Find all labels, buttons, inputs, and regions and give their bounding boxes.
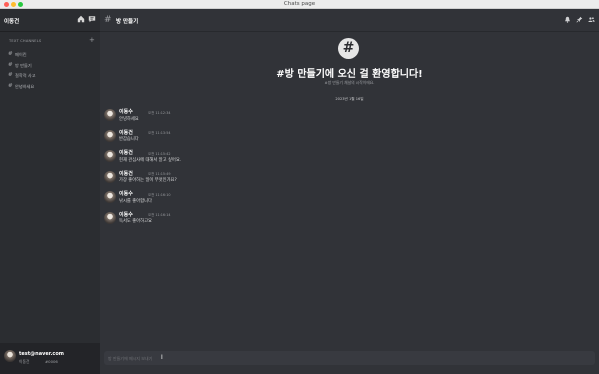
message-time: 오전 11:15:49: [148, 172, 171, 176]
members-icon[interactable]: [588, 16, 595, 26]
message-text: 독서도 좋아하고요: [119, 219, 152, 224]
window-titlebar: Chats page: [0, 0, 599, 9]
server-name[interactable]: 이동건: [4, 17, 19, 25]
message: 이동수 오전 11:12:34 안녕하세요: [100, 106, 599, 127]
message-avatar[interactable]: [104, 211, 116, 224]
pin-icon[interactable]: [576, 16, 583, 26]
date-divider: 2023년 1월 16일: [335, 97, 364, 101]
channel-label: 안녕하세요: [15, 83, 35, 89]
message-time: 오전 11:16:14: [148, 213, 171, 217]
message: 이동건 오전 11:13:54 반갑습니다: [100, 127, 599, 148]
sidebar: 이동건 TEXT CHANNELS + # 메이킨 # 방 만들기 # 철학적 …: [0, 9, 100, 374]
channel-label: 철학적 사고: [15, 73, 36, 78]
message-time: 오전 11:16:10: [148, 192, 171, 197]
bell-icon[interactable]: [564, 16, 571, 26]
user-nickname: 이동건: [19, 359, 30, 364]
message-author[interactable]: 이동수: [119, 108, 133, 115]
home-icon[interactable]: [77, 15, 85, 26]
channel-list: # 메이킨 # 방 만들기 # 철학적 사고 # 안녕하세요: [0, 50, 100, 92]
message-author[interactable]: 이동건: [119, 149, 133, 156]
hash-icon: #: [8, 51, 13, 57]
message-list: 이동수 오전 11:12:34 안녕하세요 이동건 오전 11:13:54 반갑…: [100, 106, 599, 229]
message-avatar[interactable]: [104, 109, 116, 121]
message-input[interactable]: [104, 351, 595, 365]
window-title: Chats page: [283, 1, 316, 7]
welcome-title: #방 만들기에 오신 걸 환영합니다!: [276, 69, 423, 80]
user-email: test@naver.com: [19, 351, 64, 357]
message-avatar[interactable]: [104, 191, 116, 203]
hash-icon: #: [8, 72, 13, 78]
message-text: 안녕하세요: [119, 116, 139, 122]
welcome-subtitle: #방 만들기 채널의 시작이에요.: [324, 80, 375, 85]
channel-header: # 방 만들기: [100, 9, 599, 32]
message-text: 낚시를 좋아합니다: [119, 198, 152, 204]
channel-hash-icon: #: [104, 15, 112, 25]
message-time: 오전 11:15:42: [148, 151, 171, 156]
message-time: 오전 11:12:34: [148, 110, 171, 115]
channel-item[interactable]: # 메이킨: [0, 50, 100, 61]
chat-main: # 방 만들기 # #방 만들기에 오신 걸 환영합니다! #방 만들기 채널의…: [100, 9, 599, 374]
message: 이동수 오전 11:16:10 낚시를 좋아합니다: [100, 188, 599, 209]
channel-label: 메이킨: [15, 52, 27, 57]
user-avatar[interactable]: [4, 350, 16, 362]
message: 이동수 오전 11:16:14 독서도 좋아하고요: [100, 209, 599, 230]
message-time: 오전 11:13:54: [148, 131, 171, 135]
message: 이동건 오전 11:15:49 가장 좋아하는 일이 무엇인가요?: [100, 168, 599, 189]
message-composer: I: [104, 351, 595, 365]
channel-label: 방 만들기: [15, 62, 32, 68]
message-text: 가장 좋아하는 일이 무엇인가요?: [119, 178, 177, 183]
message: 이동건 오전 11:15:42 현재 관심사에 대해서 알고 싶어요.: [100, 147, 599, 168]
message-text: 현재 관심사에 대해서 알고 싶어요.: [119, 157, 182, 163]
message-icon[interactable]: [88, 15, 96, 26]
hash-icon: #: [8, 61, 13, 68]
text-channels-header: TEXT CHANNELS: [9, 39, 42, 43]
message-avatar[interactable]: [104, 170, 116, 183]
message-text: 반갑습니다: [119, 137, 139, 142]
sidebar-header: 이동건: [0, 9, 100, 32]
channel-title: 방 만들기: [116, 19, 139, 25]
message-author[interactable]: 이동건: [119, 129, 133, 136]
message-author[interactable]: 이동수: [119, 190, 133, 197]
hash-icon: #: [8, 82, 13, 89]
message-author[interactable]: 이동건: [119, 170, 133, 177]
channel-item[interactable]: # 방 만들기: [0, 61, 100, 72]
user-panel: test@naver.com 이동건 #0006: [0, 343, 100, 374]
text-cursor-icon: I: [161, 354, 163, 361]
message-avatar[interactable]: [104, 129, 116, 142]
channel-item[interactable]: # 철학적 사고: [0, 71, 100, 82]
channel-badge: #: [338, 38, 359, 59]
plus-icon[interactable]: +: [89, 36, 95, 44]
user-tag: #0006: [45, 359, 58, 364]
message-avatar[interactable]: [104, 150, 116, 162]
channel-item[interactable]: # 안녕하세요: [0, 82, 100, 93]
message-author[interactable]: 이동수: [119, 211, 133, 218]
